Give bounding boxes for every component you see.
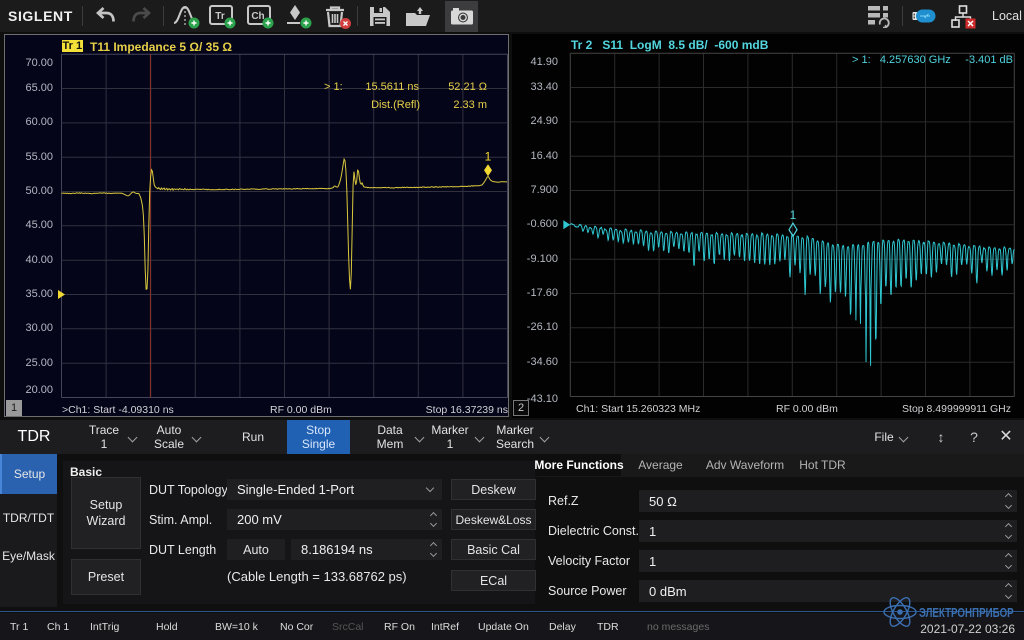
svg-text:Tr: Tr [215,11,225,22]
svg-text:1: 1 [790,208,797,222]
svg-text:1: 1 [485,149,492,163]
svg-text:Ch: Ch [251,11,264,22]
